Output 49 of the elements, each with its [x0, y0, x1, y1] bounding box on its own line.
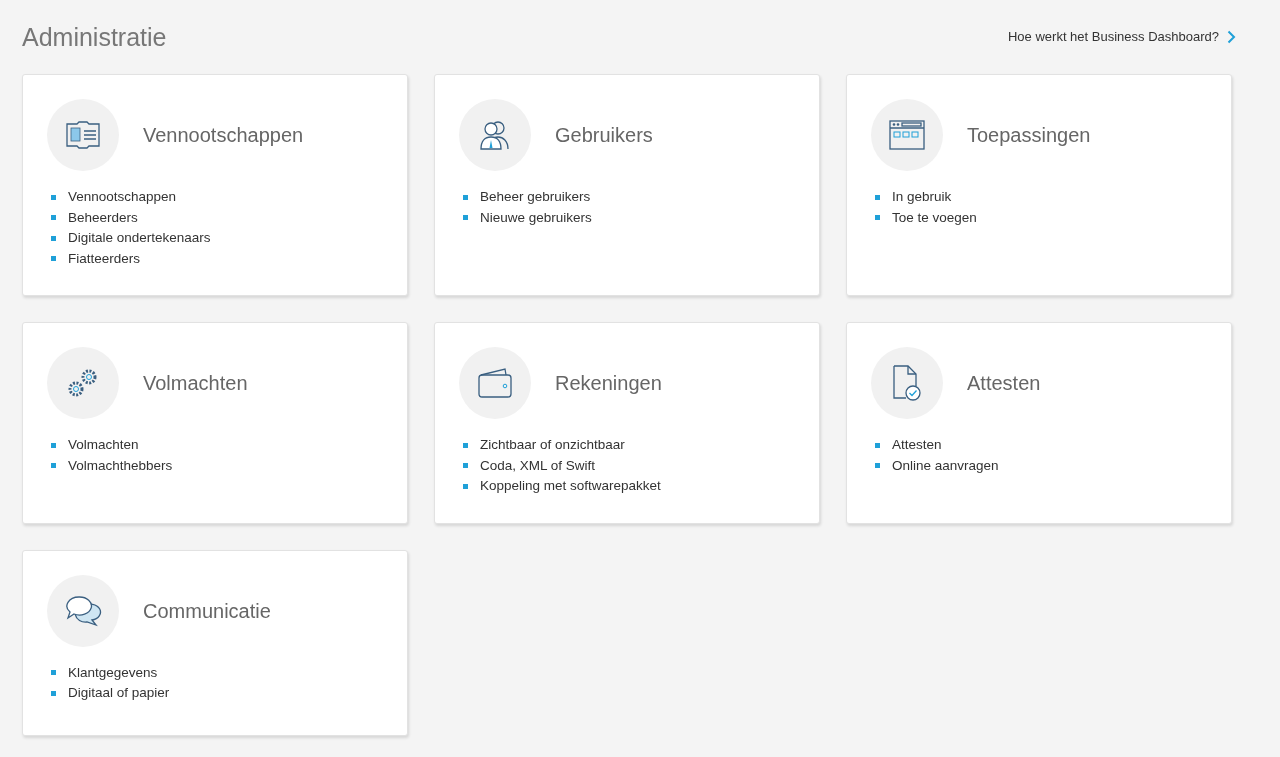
wallet-icon — [476, 367, 514, 399]
menu-link[interactable]: Coda, XML of Swift — [480, 455, 596, 476]
menu-link[interactable]: Klantgegevens — [68, 662, 158, 683]
bullet-icon — [875, 442, 880, 448]
bullet-icon — [51, 215, 56, 221]
card-title: Communicatie — [143, 598, 271, 624]
bullet-icon — [463, 215, 468, 221]
bullet-icon — [51, 463, 56, 469]
menu-link[interactable]: Koppeling met softwarepakket — [480, 476, 661, 497]
card-title: Attesten — [967, 371, 1041, 396]
bullet-icon — [51, 442, 56, 448]
bullet-icon — [463, 463, 468, 469]
help-link[interactable]: Hoe werkt het Business Dashboard? — [1008, 27, 1236, 47]
menu-link[interactable]: Zichtbaar of onzichtbaar — [480, 435, 625, 456]
bullet-icon — [51, 670, 56, 676]
bullet-icon — [51, 256, 56, 262]
menu-link[interactable]: Volmachten — [68, 435, 139, 456]
menu-link[interactable]: Digitale ondertekenaars — [68, 228, 211, 249]
speech-bubbles-icon — [64, 593, 102, 628]
menu-link[interactable]: Vennootschappen — [68, 187, 177, 208]
bullet-icon — [463, 194, 468, 200]
menu-link[interactable]: Digitaal of papier — [68, 683, 170, 704]
bullet-icon — [463, 442, 468, 448]
card-title: Toepassingen — [967, 123, 1091, 148]
menu-link[interactable]: Volmachthebbers — [68, 455, 173, 476]
chevron-icon — [1227, 30, 1236, 44]
menu-link[interactable]: Beheer gebruikers — [480, 187, 591, 208]
menu-link[interactable]: Nieuwe gebruikers — [480, 207, 592, 228]
bullet-icon — [51, 690, 56, 696]
menu-link[interactable]: In gebruik — [892, 187, 952, 208]
menu-link[interactable]: Beheerders — [68, 207, 138, 228]
menu-link[interactable]: Toe te voegen — [892, 207, 977, 228]
card-title: Volmachten — [143, 371, 248, 396]
card-title: Rekeningen — [555, 371, 662, 396]
bullet-icon — [875, 463, 880, 469]
bullet-icon — [51, 235, 56, 241]
page-title: Administratie — [22, 22, 167, 52]
bullet-icon — [875, 215, 880, 221]
browser-window-icon — [888, 119, 926, 151]
menu-link[interactable]: Fiatteerders — [68, 248, 141, 269]
bullet-icon — [875, 194, 880, 200]
id-card-icon — [65, 120, 101, 150]
bullet-icon — [51, 194, 56, 200]
menu-link[interactable]: Online aanvragen — [892, 455, 999, 476]
document-check-icon — [891, 364, 923, 402]
bullet-icon — [463, 483, 468, 489]
card-title: Vennootschappen — [143, 123, 304, 148]
card-title: Gebruikers — [555, 123, 653, 148]
menu-link[interactable]: Attesten — [892, 435, 942, 456]
